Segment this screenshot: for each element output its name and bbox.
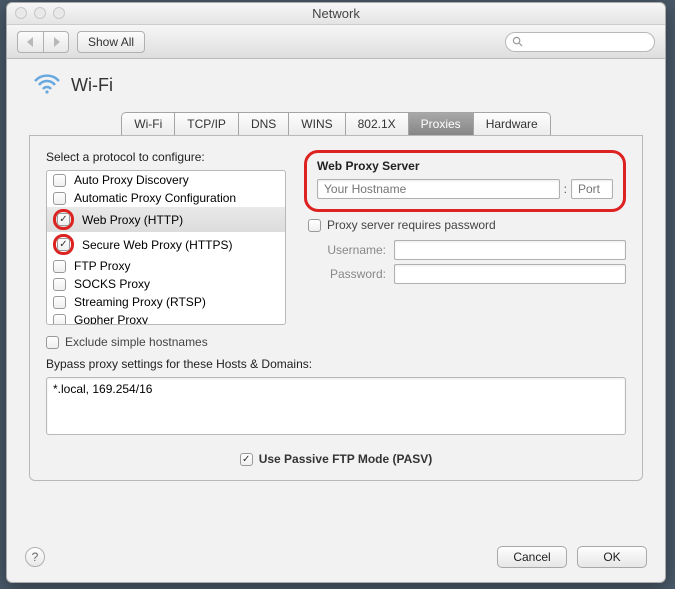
- protocol-row[interactable]: Gopher Proxy: [47, 311, 285, 325]
- password-input: [394, 264, 626, 284]
- protocol-checkbox[interactable]: [53, 296, 66, 309]
- password-label: Password:: [304, 267, 386, 281]
- window-title: Network: [312, 6, 360, 21]
- wifi-icon: [33, 73, 61, 98]
- page-title: Wi-Fi: [71, 75, 113, 96]
- cancel-button[interactable]: Cancel: [497, 546, 567, 568]
- server-highlight: Web Proxy Server :: [304, 150, 626, 212]
- protocol-checkbox[interactable]: [53, 278, 66, 291]
- minimize-window-button[interactable]: [34, 7, 46, 19]
- proxy-port-input[interactable]: [571, 179, 613, 199]
- back-button[interactable]: [17, 31, 43, 53]
- pane-header: Wi-Fi: [33, 73, 643, 98]
- bypass-textarea[interactable]: [46, 377, 626, 435]
- passive-ftp-label: Use Passive FTP Mode (PASV): [259, 452, 433, 466]
- proxies-pane: Select a protocol to configure: Auto Pro…: [29, 135, 643, 481]
- protocol-row[interactable]: SOCKS Proxy: [47, 275, 285, 293]
- protocol-row[interactable]: ✓ Web Proxy (HTTP): [47, 207, 285, 232]
- exclude-hostnames-label: Exclude simple hostnames: [65, 335, 208, 349]
- requires-password-checkbox[interactable]: [308, 219, 321, 232]
- host-port-separator: :: [564, 182, 567, 196]
- protocol-label: Auto Proxy Discovery: [74, 173, 189, 187]
- ok-button[interactable]: OK: [577, 546, 647, 568]
- tab-dns[interactable]: DNS: [238, 112, 289, 135]
- tab-8021x[interactable]: 802.1X: [345, 112, 409, 135]
- footer: ? Cancel OK: [7, 538, 665, 582]
- tab-hardware[interactable]: Hardware: [473, 112, 551, 135]
- titlebar[interactable]: Network: [7, 3, 665, 25]
- protocol-label: Web Proxy (HTTP): [82, 213, 183, 227]
- protocol-label: FTP Proxy: [74, 259, 130, 273]
- search-icon: [512, 36, 523, 47]
- username-label: Username:: [304, 243, 386, 257]
- protocol-checkbox[interactable]: [53, 192, 66, 205]
- tab-wins[interactable]: WINS: [288, 112, 345, 135]
- nav-buttons: [17, 31, 69, 53]
- bypass-label: Bypass proxy settings for these Hosts & …: [46, 357, 626, 371]
- search-field[interactable]: [505, 32, 655, 52]
- protocol-label: Streaming Proxy (RTSP): [74, 295, 206, 309]
- server-label: Web Proxy Server: [317, 159, 613, 173]
- exclude-hostnames-checkbox[interactable]: [46, 336, 59, 349]
- protocol-checkbox[interactable]: ✓: [57, 213, 70, 226]
- tab-tcpip[interactable]: TCP/IP: [174, 112, 239, 135]
- protocol-row[interactable]: FTP Proxy: [47, 257, 285, 275]
- window-controls: [15, 7, 65, 19]
- protocol-label: Secure Web Proxy (HTTPS): [82, 238, 232, 252]
- forward-button[interactable]: [43, 31, 69, 53]
- protocol-checkbox[interactable]: [53, 260, 66, 273]
- close-window-button[interactable]: [15, 7, 27, 19]
- protocol-label: Automatic Proxy Configuration: [74, 191, 236, 205]
- username-input: [394, 240, 626, 260]
- protocol-label: Gopher Proxy: [74, 313, 148, 325]
- protocol-row[interactable]: Automatic Proxy Configuration: [47, 189, 285, 207]
- proxy-host-input[interactable]: [317, 179, 560, 199]
- protocol-checkbox[interactable]: ✓: [57, 238, 70, 251]
- show-all-button[interactable]: Show All: [77, 31, 145, 53]
- protocol-checkbox[interactable]: [53, 174, 66, 187]
- protocol-row[interactable]: Auto Proxy Discovery: [47, 171, 285, 189]
- protocol-row[interactable]: ✓ Secure Web Proxy (HTTPS): [47, 232, 285, 257]
- protocol-list[interactable]: Auto Proxy Discovery Automatic Proxy Conf…: [46, 170, 286, 325]
- tab-proxies[interactable]: Proxies: [408, 112, 474, 135]
- protocol-label: Select a protocol to configure:: [46, 150, 286, 164]
- requires-password-label: Proxy server requires password: [327, 218, 496, 232]
- protocol-row[interactable]: Streaming Proxy (RTSP): [47, 293, 285, 311]
- passive-ftp-checkbox[interactable]: ✓: [240, 453, 253, 466]
- protocol-checkbox[interactable]: [53, 314, 66, 326]
- tab-wifi[interactable]: Wi-Fi: [121, 112, 175, 135]
- zoom-window-button[interactable]: [53, 7, 65, 19]
- network-prefs-window: Network Show All Wi-Fi Wi-FiTCP/IPDNSWIN…: [6, 2, 666, 583]
- protocol-label: SOCKS Proxy: [74, 277, 150, 291]
- help-button[interactable]: ?: [25, 547, 45, 567]
- tab-bar: Wi-FiTCP/IPDNSWINS802.1XProxiesHardware: [29, 112, 643, 135]
- toolbar: Show All: [7, 25, 665, 59]
